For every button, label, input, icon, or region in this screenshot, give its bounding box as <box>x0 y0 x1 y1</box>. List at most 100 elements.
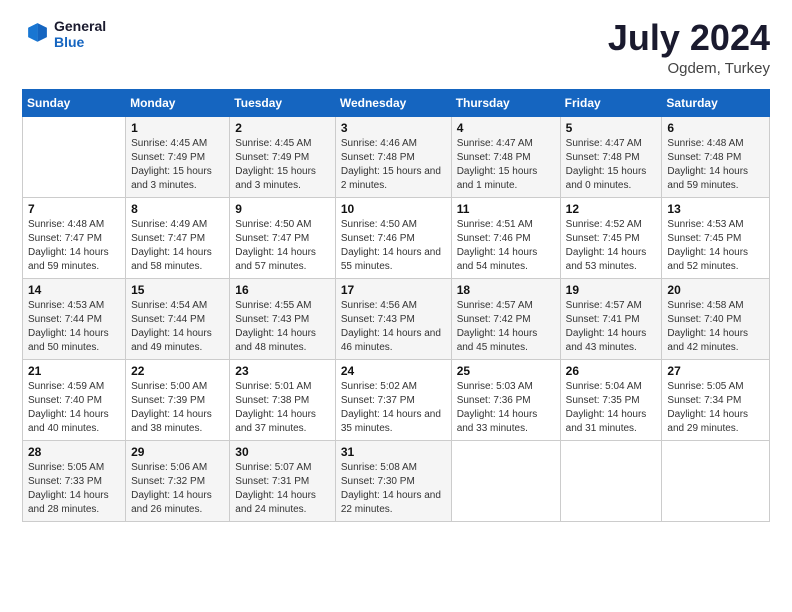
calendar-cell: 24 Sunrise: 5:02 AMSunset: 7:37 PMDayligh… <box>335 359 451 440</box>
calendar-cell: 12Sunrise: 4:52 AMSunset: 7:45 PMDayligh… <box>560 197 662 278</box>
logo: General Blue <box>22 18 106 50</box>
day-info: Sunrise: 4:49 AMSunset: 7:47 PMDaylight:… <box>131 218 224 274</box>
weekday-header-row: SundayMondayTuesdayWednesdayThursdayFrid… <box>23 89 770 116</box>
week-row-3: 14 Sunrise: 4:53 AMSunset: 7:44 PMDayligh… <box>23 278 770 359</box>
calendar-cell: 27Sunrise: 5:05 AMSunset: 7:34 PMDayligh… <box>662 359 770 440</box>
calendar-cell: 22Sunrise: 5:00 AMSunset: 7:39 PMDayligh… <box>126 359 230 440</box>
calendar-cell: 13 Sunrise: 4:53 AMSunset: 7:45 PMDayligh… <box>662 197 770 278</box>
day-number: 26 <box>566 364 657 378</box>
calendar-cell: 18Sunrise: 4:57 AMSunset: 7:42 PMDayligh… <box>451 278 560 359</box>
day-info: Sunrise: 5:05 AMSunset: 7:34 PMDaylight:… <box>667 380 764 436</box>
calendar-cell: 1 Sunrise: 4:45 AMSunset: 7:49 PMDaylight… <box>126 116 230 197</box>
calendar-cell: 15 Sunrise: 4:54 AMSunset: 7:44 PMDayligh… <box>126 278 230 359</box>
day-info: Sunrise: 4:51 AMSunset: 7:46 PMDaylight:… <box>457 218 555 274</box>
calendar-cell: 26 Sunrise: 5:04 AMSunset: 7:35 PMDayligh… <box>560 359 662 440</box>
calendar-cell <box>451 440 560 521</box>
calendar-cell: 14 Sunrise: 4:53 AMSunset: 7:44 PMDayligh… <box>23 278 126 359</box>
calendar-cell: 10Sunrise: 4:50 AMSunset: 7:46 PMDayligh… <box>335 197 451 278</box>
day-info: Sunrise: 4:57 AMSunset: 7:41 PMDaylight:… <box>566 299 657 355</box>
calendar-cell <box>662 440 770 521</box>
day-info: Sunrise: 5:03 AMSunset: 7:36 PMDaylight:… <box>457 380 555 436</box>
day-number: 5 <box>566 121 657 135</box>
day-info: Sunrise: 4:55 AMSunset: 7:43 PMDaylight:… <box>235 299 330 355</box>
calendar-cell: 21 Sunrise: 4:59 AMSunset: 7:40 PMDayligh… <box>23 359 126 440</box>
day-info: Sunrise: 4:56 AMSunset: 7:43 PMDaylight:… <box>341 299 446 355</box>
day-info: Sunrise: 4:53 AMSunset: 7:44 PMDaylight:… <box>28 299 120 355</box>
day-info: Sunrise: 4:54 AMSunset: 7:44 PMDaylight:… <box>131 299 224 355</box>
day-number: 8 <box>131 202 224 216</box>
day-number: 29 <box>131 445 224 459</box>
day-number: 31 <box>341 445 446 459</box>
calendar-cell: 2 Sunrise: 4:45 AMSunset: 7:49 PMDaylight… <box>230 116 336 197</box>
day-info: Sunrise: 5:08 AMSunset: 7:30 PMDaylight:… <box>341 461 446 517</box>
day-number: 4 <box>457 121 555 135</box>
calendar-cell: 7Sunrise: 4:48 AMSunset: 7:47 PMDaylight… <box>23 197 126 278</box>
calendar-cell: 20 Sunrise: 4:58 AMSunset: 7:40 PMDayligh… <box>662 278 770 359</box>
day-number: 1 <box>131 121 224 135</box>
location-subtitle: Ogdem, Turkey <box>608 60 770 77</box>
calendar-cell: 25 Sunrise: 5:03 AMSunset: 7:36 PMDayligh… <box>451 359 560 440</box>
calendar-table: SundayMondayTuesdayWednesdayThursdayFrid… <box>22 89 770 522</box>
day-number: 25 <box>457 364 555 378</box>
day-info: Sunrise: 4:45 AMSunset: 7:49 PMDaylight:… <box>131 137 224 193</box>
day-number: 30 <box>235 445 330 459</box>
calendar-cell: 9Sunrise: 4:50 AMSunset: 7:47 PMDaylight… <box>230 197 336 278</box>
day-number: 2 <box>235 121 330 135</box>
day-number: 10 <box>341 202 446 216</box>
calendar-cell: 8 Sunrise: 4:49 AMSunset: 7:47 PMDaylight… <box>126 197 230 278</box>
day-info: Sunrise: 4:45 AMSunset: 7:49 PMDaylight:… <box>235 137 330 193</box>
day-number: 11 <box>457 202 555 216</box>
calendar-cell <box>23 116 126 197</box>
day-number: 24 <box>341 364 446 378</box>
day-info: Sunrise: 4:47 AMSunset: 7:48 PMDaylight:… <box>457 137 555 193</box>
weekday-header-wednesday: Wednesday <box>335 89 451 116</box>
calendar-cell: 11 Sunrise: 4:51 AMSunset: 7:46 PMDayligh… <box>451 197 560 278</box>
day-info: Sunrise: 4:46 AMSunset: 7:48 PMDaylight:… <box>341 137 446 193</box>
day-info: Sunrise: 4:48 AMSunset: 7:48 PMDaylight:… <box>667 137 764 193</box>
weekday-header-monday: Monday <box>126 89 230 116</box>
weekday-header-saturday: Saturday <box>662 89 770 116</box>
day-number: 20 <box>667 283 764 297</box>
title-block: July 2024 Ogdem, Turkey <box>608 18 770 77</box>
day-number: 15 <box>131 283 224 297</box>
calendar-cell: 5Sunrise: 4:47 AMSunset: 7:48 PMDaylight… <box>560 116 662 197</box>
month-title: July 2024 <box>608 18 770 58</box>
calendar-cell: 28Sunrise: 5:05 AMSunset: 7:33 PMDayligh… <box>23 440 126 521</box>
weekday-header-friday: Friday <box>560 89 662 116</box>
day-number: 13 <box>667 202 764 216</box>
weekday-header-thursday: Thursday <box>451 89 560 116</box>
calendar-cell <box>560 440 662 521</box>
calendar-cell: 30 Sunrise: 5:07 AMSunset: 7:31 PMDayligh… <box>230 440 336 521</box>
day-number: 19 <box>566 283 657 297</box>
day-number: 9 <box>235 202 330 216</box>
week-row-4: 21 Sunrise: 4:59 AMSunset: 7:40 PMDayligh… <box>23 359 770 440</box>
day-info: Sunrise: 5:04 AMSunset: 7:35 PMDaylight:… <box>566 380 657 436</box>
weekday-header-sunday: Sunday <box>23 89 126 116</box>
day-info: Sunrise: 5:07 AMSunset: 7:31 PMDaylight:… <box>235 461 330 517</box>
calendar-cell: 31 Sunrise: 5:08 AMSunset: 7:30 PMDayligh… <box>335 440 451 521</box>
day-info: Sunrise: 4:58 AMSunset: 7:40 PMDaylight:… <box>667 299 764 355</box>
week-row-2: 7Sunrise: 4:48 AMSunset: 7:47 PMDaylight… <box>23 197 770 278</box>
day-number: 23 <box>235 364 330 378</box>
day-info: Sunrise: 5:02 AMSunset: 7:37 PMDaylight:… <box>341 380 446 436</box>
day-number: 17 <box>341 283 446 297</box>
week-row-5: 28Sunrise: 5:05 AMSunset: 7:33 PMDayligh… <box>23 440 770 521</box>
week-row-1: 1 Sunrise: 4:45 AMSunset: 7:49 PMDaylight… <box>23 116 770 197</box>
day-info: Sunrise: 5:06 AMSunset: 7:32 PMDaylight:… <box>131 461 224 517</box>
calendar-cell: 4 Sunrise: 4:47 AMSunset: 7:48 PMDaylight… <box>451 116 560 197</box>
day-number: 21 <box>28 364 120 378</box>
weekday-header-tuesday: Tuesday <box>230 89 336 116</box>
day-number: 14 <box>28 283 120 297</box>
page-header: General Blue July 2024 Ogdem, Turkey <box>22 18 770 77</box>
calendar-cell: 6Sunrise: 4:48 AMSunset: 7:48 PMDaylight… <box>662 116 770 197</box>
day-info: Sunrise: 4:48 AMSunset: 7:47 PMDaylight:… <box>28 218 120 274</box>
logo-text: General Blue <box>54 18 106 50</box>
day-number: 28 <box>28 445 120 459</box>
day-number: 12 <box>566 202 657 216</box>
day-info: Sunrise: 4:59 AMSunset: 7:40 PMDaylight:… <box>28 380 120 436</box>
calendar-cell: 23Sunrise: 5:01 AMSunset: 7:38 PMDayligh… <box>230 359 336 440</box>
logo-icon <box>22 20 50 48</box>
calendar-cell: 16Sunrise: 4:55 AMSunset: 7:43 PMDayligh… <box>230 278 336 359</box>
calendar-cell: 29 Sunrise: 5:06 AMSunset: 7:32 PMDayligh… <box>126 440 230 521</box>
day-info: Sunrise: 4:53 AMSunset: 7:45 PMDaylight:… <box>667 218 764 274</box>
